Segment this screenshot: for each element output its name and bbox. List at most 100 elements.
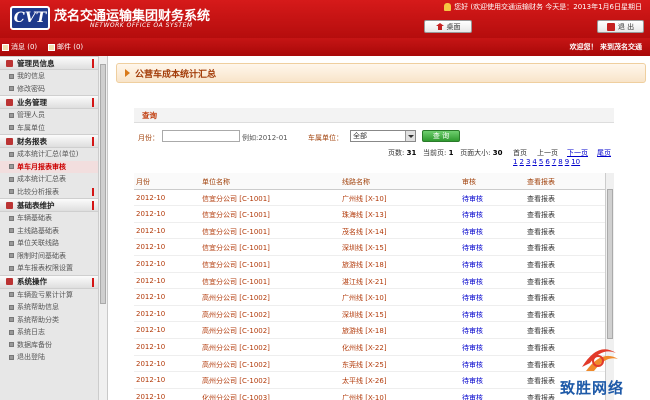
view-report-link[interactable]: 查看报表: [527, 326, 555, 336]
page-number-link[interactable]: 8: [558, 158, 562, 166]
sidebar-item-logout[interactable]: 退出登陆: [0, 351, 107, 364]
mail-icon: [48, 43, 55, 51]
audit-link[interactable]: 待审核: [462, 376, 483, 386]
view-report-link[interactable]: 查看报表: [527, 310, 555, 320]
page-number-link[interactable]: 1: [513, 158, 517, 166]
sidebar-item-route-table[interactable]: 主线路基础表: [0, 225, 107, 238]
sidebar-section-admin: 管理员信息 我的信息 修改密码: [0, 56, 107, 95]
sidebar-item-change-password[interactable]: 修改密码: [0, 83, 107, 96]
cell-month: 2012-10: [136, 293, 166, 302]
table-row: 2012-10 高州分公司 [C-1002] 东莞线 [X-25] 待审核 查看报表: [134, 356, 614, 373]
page-number-link[interactable]: 2: [519, 158, 523, 166]
view-report-link[interactable]: 查看报表: [527, 360, 555, 370]
month-input[interactable]: [162, 130, 240, 142]
cell-month: 2012-10: [136, 276, 166, 285]
view-report-link[interactable]: 查看报表: [527, 260, 555, 270]
first-page-link[interactable]: 首页: [513, 148, 527, 158]
page-icon: [9, 151, 14, 157]
sidebar-item-managers[interactable]: 管理人员: [0, 109, 107, 122]
audit-link[interactable]: 待审核: [462, 210, 483, 220]
folder-icon: [6, 137, 13, 145]
sidebar-section-header[interactable]: 系统操作: [0, 274, 107, 289]
page-icon: [9, 317, 14, 323]
cell-month: 2012-10: [136, 392, 166, 400]
sidebar-section-header[interactable]: 基础表维护: [0, 198, 107, 212]
view-report-link[interactable]: 查看报表: [527, 243, 555, 253]
table-scroll-thumb[interactable]: [607, 189, 613, 339]
sidebar-item-help-category[interactable]: 系统帮助分类: [0, 314, 107, 327]
audit-link[interactable]: 待审核: [462, 360, 483, 370]
sidebar-item-cost-summary-unit[interactable]: 成本统计汇总(单位): [0, 148, 107, 161]
page-number-link[interactable]: 9: [565, 158, 569, 166]
view-report-link[interactable]: 查看报表: [527, 227, 555, 237]
sidebar-item-comparison[interactable]: 比较分析报表: [0, 186, 107, 199]
messages-link[interactable]: 消息 (0): [2, 42, 37, 52]
page-icon: [9, 228, 14, 234]
cell-unit: 高州分公司 [C-1002]: [202, 377, 270, 386]
prev-page-link[interactable]: 上一页: [537, 148, 558, 158]
view-report-link[interactable]: 查看报表: [527, 393, 555, 400]
sidebar-item-unit-route[interactable]: 单位关联线路: [0, 237, 107, 250]
view-report-link[interactable]: 查看报表: [527, 194, 555, 204]
sidebar-item-my-info[interactable]: 我的信息: [0, 70, 107, 83]
page-icon: [9, 176, 14, 182]
page-number-link[interactable]: 6: [545, 158, 549, 166]
column-header: 月份: [136, 178, 150, 186]
sidebar-item-vehicle-table[interactable]: 车辆基础表: [0, 212, 107, 225]
audit-link[interactable]: 待审核: [462, 243, 483, 253]
view-report-link[interactable]: 查看报表: [527, 376, 555, 386]
sidebar-item-system-log[interactable]: 系统日志: [0, 326, 107, 339]
desktop-button[interactable]: 桌面: [424, 20, 472, 33]
audit-link[interactable]: 待审核: [462, 310, 483, 320]
view-report-link[interactable]: 查看报表: [527, 210, 555, 220]
month-label: 月份：: [138, 134, 159, 142]
page-number-link[interactable]: 7: [552, 158, 556, 166]
sidebar-item-profit-calc[interactable]: 车辆盈亏累计计算: [0, 289, 107, 302]
cell-unit: 信宜分公司 [C-1001]: [202, 277, 270, 286]
audit-link[interactable]: 待审核: [462, 393, 483, 400]
cell-unit: 高州分公司 [C-1002]: [202, 310, 270, 319]
cell-route: 化州线 [X-22]: [342, 344, 387, 352]
mail-link[interactable]: 邮件 (0): [48, 42, 83, 52]
sidebar-scroll-thumb[interactable]: [100, 64, 106, 304]
audit-link[interactable]: 待审核: [462, 326, 483, 336]
app-subtitle: NETWORK OFFICE OA SYSTEM: [90, 22, 193, 29]
sidebar-scrollbar[interactable]: [98, 56, 107, 400]
sidebar-item-time-limit[interactable]: 限制时间基础表: [0, 250, 107, 263]
audit-link[interactable]: 待审核: [462, 260, 483, 270]
page-number-link[interactable]: 10: [571, 158, 580, 166]
audit-link[interactable]: 待审核: [462, 343, 483, 353]
exit-button[interactable]: 退 出: [597, 20, 644, 33]
message-icon: [2, 43, 9, 51]
audit-link[interactable]: 待审核: [462, 227, 483, 237]
sidebar-section-header[interactable]: 管理员信息: [0, 56, 107, 70]
page-number-link[interactable]: 4: [532, 158, 536, 166]
sidebar-item-db-backup[interactable]: 数据库备份: [0, 339, 107, 352]
pager-info: 页数: 31 当前页: 1 页面大小: 30: [388, 149, 503, 157]
page-icon: [9, 215, 14, 221]
sidebar-item-cost-summary[interactable]: 成本统计汇总表: [0, 173, 107, 186]
sidebar-item-help-info[interactable]: 系统帮助信息: [0, 301, 107, 314]
view-report-link[interactable]: 查看报表: [527, 277, 555, 287]
page-number-link[interactable]: 3: [526, 158, 530, 166]
cell-unit: 高州分公司 [C-1002]: [202, 327, 270, 336]
audit-link[interactable]: 待审核: [462, 293, 483, 303]
unit-select[interactable]: 全部: [350, 130, 416, 142]
audit-link[interactable]: 待审核: [462, 194, 483, 204]
sidebar-item-vehicle-unit[interactable]: 车属单位: [0, 122, 107, 135]
next-page-link[interactable]: 下一页: [567, 148, 588, 158]
view-report-link[interactable]: 查看报表: [527, 343, 555, 353]
table-row: 2012-10 高州分公司 [C-1002] 深圳线 [X-15] 待审核 查看报表: [134, 306, 614, 323]
table-row: 2012-10 信宜分公司 [C-1001] 珠海线 [X-13] 待审核 查看报表: [134, 206, 614, 223]
sidebar-section-header[interactable]: 财务报表: [0, 134, 107, 148]
audit-link[interactable]: 待审核: [462, 277, 483, 287]
sidebar-item-report-permission[interactable]: 单车报表权限设置: [0, 262, 107, 275]
sidebar-section-base-tables: 基础表维护 车辆基础表 主线路基础表 单位关联线路 限制时间基础表 单车报表权限…: [0, 198, 107, 275]
sidebar-item-monthly-review[interactable]: 单车月报表审核: [0, 160, 107, 173]
search-button[interactable]: 查 询: [422, 130, 460, 142]
view-report-link[interactable]: 查看报表: [527, 293, 555, 303]
last-page-link[interactable]: 尾页: [597, 148, 611, 158]
cell-month: 2012-10: [136, 309, 166, 318]
sidebar-section-header[interactable]: 业务管理: [0, 95, 107, 109]
page-number-link[interactable]: 5: [539, 158, 543, 166]
